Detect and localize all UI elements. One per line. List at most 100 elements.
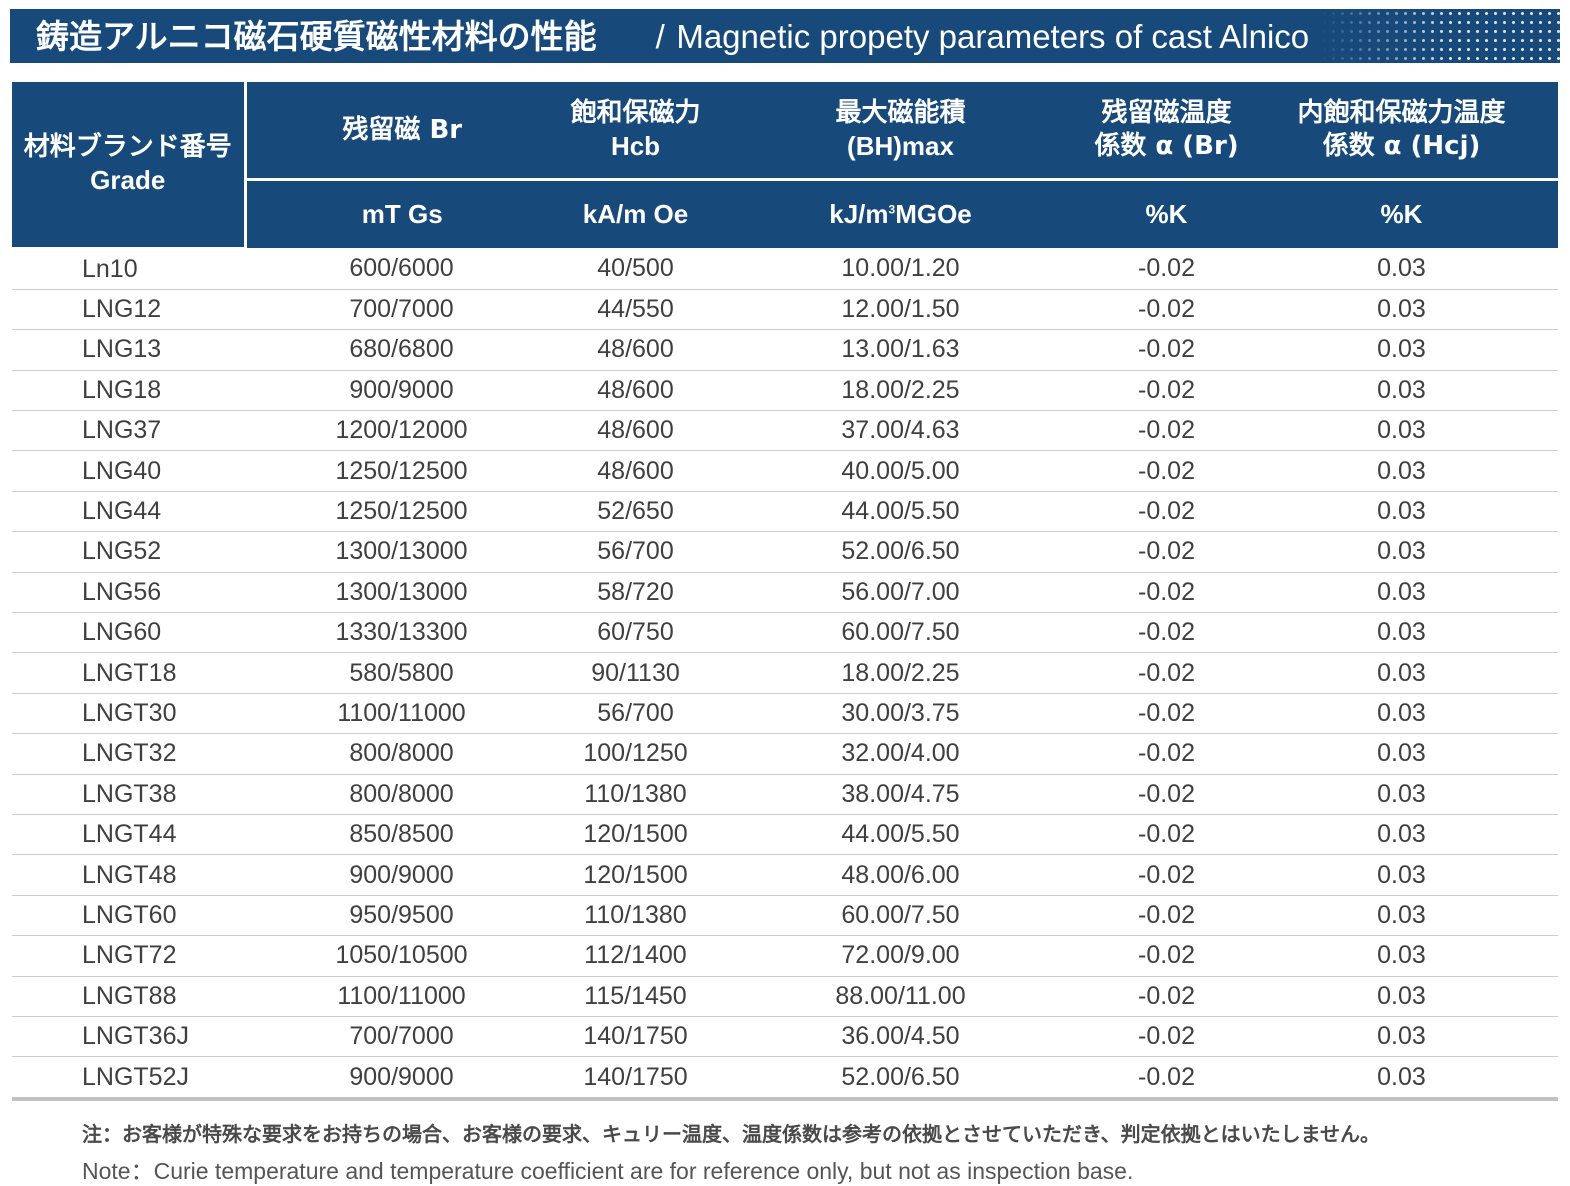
unit-alpha-br: %K (1088, 179, 1245, 248)
cell-grade: LNGT48 (12, 854, 245, 896)
cell-grade: LNGT72 (12, 935, 245, 977)
cell-hcb: 48/600 (558, 450, 713, 492)
cell-bh: 37.00/4.63 (713, 410, 1088, 452)
cell-bh: 88.00/11.00 (713, 976, 1088, 1017)
cell-alpha-br: -0.02 (1088, 370, 1245, 412)
cell-grade: LNGT60 (12, 895, 245, 937)
cell-bh: 32.00/4.00 (713, 733, 1088, 775)
cell-bh: 52.00/6.50 (713, 1056, 1088, 1101)
cell-alpha-br: -0.02 (1088, 1016, 1245, 1058)
cell-br: 1100/11000 (245, 976, 558, 1017)
cell-bh: 40.00/5.00 (713, 450, 1088, 492)
cell-alpha-hcj: 0.03 (1245, 329, 1558, 371)
cell-bh: 12.00/1.50 (713, 289, 1088, 331)
cell-grade: LNG18 (12, 370, 245, 412)
cell-hcb: 48/600 (558, 329, 713, 371)
dot-pattern-decoration (1320, 9, 1560, 63)
cell-bh: 56.00/7.00 (713, 572, 1088, 614)
cell-grade: LNG12 (12, 289, 245, 331)
header-grade-en: Grade (90, 165, 166, 196)
cell-grade: LNGT38 (12, 774, 245, 815)
header-alpha-hcj-line1: 内飽和保磁力温度 (1297, 98, 1506, 128)
cell-grade: LNGT36J (12, 1016, 245, 1058)
header-hcb: 飽和保磁力 Hcb (558, 82, 713, 181)
cell-alpha-hcj: 0.03 (1245, 491, 1558, 533)
cell-bh: 72.00/9.00 (713, 935, 1088, 977)
cell-bh: 44.00/5.50 (713, 491, 1088, 533)
cell-alpha-hcj: 0.03 (1245, 895, 1558, 937)
cell-alpha-hcj: 0.03 (1245, 652, 1558, 694)
title-en: Magnetic propety parameters of cast Alni… (676, 18, 1310, 55)
table-body: Ln10 600/6000 40/500 10.00/1.20 -0.02 0.03 LNG… (12, 248, 1558, 1101)
table-row: LNG18 900/9000 48/600 18.00/2.25 -0.02 0.03 (12, 370, 1558, 412)
table-row: LNGT30 1100/11000 56/700 30.00/3.75 -0.02 0.0… (12, 693, 1558, 735)
cell-grade: LNG56 (12, 572, 245, 614)
header-bh-en: (BH)max (847, 131, 954, 161)
cell-hcb: 115/1450 (558, 976, 713, 1017)
table-row: LNGT88 1100/11000 115/1450 88.00/11.00 -0.02… (12, 976, 1558, 1017)
table-row: LNGT52J 900/9000 140/1750 52.00/6.50 -0.02 0.… (12, 1056, 1558, 1101)
table-row: Ln10 600/6000 40/500 10.00/1.20 -0.02 0.03 (12, 248, 1558, 290)
header-grade: 材料ブランド番号 Grade (12, 82, 247, 250)
property-table-wrapper: 材料ブランド番号 Grade 残留磁 Br 飽和保磁力 Hcb 最大磁能積 (B… (12, 82, 1558, 1101)
cell-hcb: 120/1500 (558, 814, 713, 856)
cell-bh: 52.00/6.50 (713, 531, 1088, 573)
cell-alpha-br: -0.02 (1088, 572, 1245, 614)
table-row: LNG13 680/6800 48/600 13.00/1.63 -0.02 0.03 (12, 329, 1558, 371)
cell-alpha-br: -0.02 (1088, 976, 1245, 1017)
cell-alpha-hcj: 0.03 (1245, 410, 1558, 452)
cell-alpha-hcj: 0.03 (1245, 1016, 1558, 1058)
cell-bh: 36.00/4.50 (713, 1016, 1088, 1058)
table-row: LNGT44 850/8500 120/1500 44.00/5.50 -0.02 0.0… (12, 814, 1558, 856)
table-row: LNGT72 1050/10500 112/1400 72.00/9.00 -0.02 0… (12, 935, 1558, 977)
cell-hcb: 140/1750 (558, 1056, 713, 1101)
cell-hcb: 44/550 (558, 289, 713, 331)
cell-alpha-br: -0.02 (1088, 733, 1245, 775)
cell-hcb: 140/1750 (558, 1016, 713, 1058)
cell-alpha-br: -0.02 (1088, 491, 1245, 533)
cell-br: 1100/11000 (245, 693, 558, 735)
cell-hcb: 120/1500 (558, 854, 713, 896)
cell-alpha-br: -0.02 (1088, 774, 1245, 815)
cell-bh: 13.00/1.63 (713, 329, 1088, 371)
cell-hcb: 58/720 (558, 572, 713, 614)
cell-alpha-hcj: 0.03 (1245, 774, 1558, 815)
cell-alpha-br: -0.02 (1088, 329, 1245, 371)
cell-alpha-br: -0.02 (1088, 652, 1245, 694)
cell-hcb: 56/700 (558, 531, 713, 573)
table-row: LNG44 1250/12500 52/650 44.00/5.50 -0.02 0.03 (12, 491, 1558, 533)
cell-grade: LNG44 (12, 491, 245, 533)
header-hcb-en: Hcb (610, 131, 661, 161)
cell-bh: 48.00/6.00 (713, 854, 1088, 896)
cell-alpha-hcj: 0.03 (1245, 531, 1558, 573)
cell-br: 900/9000 (245, 1056, 558, 1101)
cell-alpha-br: -0.02 (1088, 693, 1245, 735)
header-bh-jp: 最大磁能積 (835, 98, 966, 128)
cell-alpha-hcj: 0.03 (1245, 854, 1558, 896)
cell-bh: 60.00/7.50 (713, 895, 1088, 937)
cell-br: 900/9000 (245, 370, 558, 412)
cell-hcb: 60/750 (558, 612, 713, 654)
cell-br: 1250/12500 (245, 450, 558, 492)
cell-hcb: 110/1380 (558, 895, 713, 937)
cell-br: 900/9000 (245, 854, 558, 896)
cell-br: 1050/10500 (245, 935, 558, 977)
cell-grade: LNGT52J (12, 1056, 245, 1101)
cell-br: 1330/13300 (245, 612, 558, 654)
cell-bh: 30.00/3.75 (713, 693, 1088, 735)
unit-hcb: kA/m Oe (558, 179, 713, 248)
property-table: 材料ブランド番号 Grade 残留磁 Br 飽和保磁力 Hcb 最大磁能積 (B… (12, 82, 1558, 1101)
cell-alpha-br: -0.02 (1088, 450, 1245, 492)
cell-hcb: 48/600 (558, 410, 713, 452)
header-alpha-hcj: 内飽和保磁力温度 係数 α (Hcj) (1245, 82, 1558, 181)
cell-grade: LNG52 (12, 531, 245, 573)
cell-grade: LNG60 (12, 612, 245, 654)
cell-alpha-br: -0.02 (1088, 1056, 1245, 1101)
table-row: LNG52 1300/13000 56/700 52.00/6.50 -0.02 0.03 (12, 531, 1558, 573)
title-bar: 鋳造アルニコ磁石硬質磁性材料の性能 / Magnetic propety par… (10, 9, 1560, 63)
page-title: 鋳造アルニコ磁石硬質磁性材料の性能 / Magnetic propety par… (36, 9, 1309, 63)
cell-br: 1250/12500 (245, 491, 558, 533)
cell-alpha-hcj: 0.03 (1245, 976, 1558, 1017)
cell-alpha-hcj: 0.03 (1245, 248, 1558, 290)
table-header: 材料ブランド番号 Grade 残留磁 Br 飽和保磁力 Hcb 最大磁能積 (B… (12, 82, 1558, 250)
